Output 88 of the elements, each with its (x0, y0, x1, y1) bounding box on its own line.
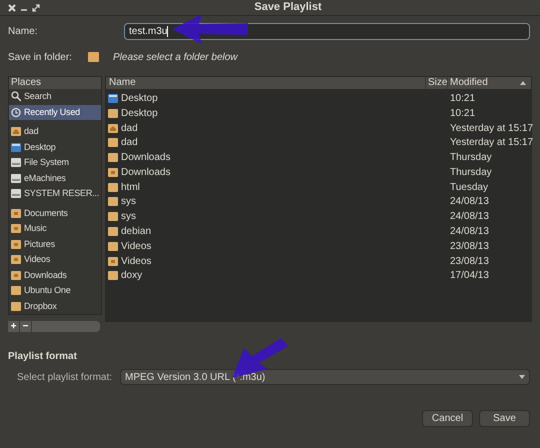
format-label: Select playlist format: (16, 370, 114, 384)
folder-icon (108, 182, 118, 193)
places-item[interactable]: Dropbox (9, 298, 101, 314)
places-item[interactable]: Videos (9, 252, 101, 268)
modified-cell-text: 17/04/13 (449, 269, 490, 284)
file-row[interactable]: Videos (106, 254, 448, 269)
file-row[interactable]: Downloads (106, 150, 448, 166)
modified-cell-text: 24/08/13 (449, 225, 490, 240)
folder-icon (11, 300, 21, 312)
folder-hint: Please select a folder below (113, 50, 238, 64)
places-item[interactable]: Documents (9, 206, 101, 221)
drive-icon (11, 157, 21, 168)
folder-icon (108, 256, 118, 267)
dialog-button[interactable]: Save (479, 410, 530, 427)
places-item[interactable]: SYSTEM RESER... (9, 186, 101, 202)
home-folder-icon (108, 122, 118, 134)
places-item[interactable]: File System (9, 155, 101, 170)
dialog-button[interactable]: Cancel (422, 410, 473, 427)
home-folder-icon (11, 126, 21, 138)
file-row[interactable]: html (106, 180, 448, 195)
file-row[interactable]: sys (106, 194, 448, 210)
column-header[interactable]: Modified (448, 77, 528, 89)
folder-icon (11, 223, 21, 234)
format-dropdown[interactable]: MPEG Version 3.0 URL (*.m3u) (120, 369, 530, 385)
places-item[interactable]: Music (9, 221, 101, 236)
drive-icon (11, 172, 21, 184)
drive-icon (11, 188, 21, 200)
file-row[interactable]: debian (106, 224, 448, 240)
folder-icon (11, 238, 21, 250)
folder-icon (108, 226, 118, 238)
desktop-icon (108, 92, 118, 104)
sort-arrow-icon (520, 81, 526, 85)
folder-icon (11, 254, 21, 266)
add-button[interactable]: + (8, 321, 19, 332)
places-item[interactable]: eMachines (9, 170, 101, 186)
modified-cell-text: 24/08/13 (449, 195, 490, 210)
folder-icon (108, 152, 118, 164)
section-heading: Playlist format (7, 350, 78, 364)
clock-icon (11, 106, 21, 118)
folder-icon (11, 270, 21, 281)
modified-cell-text: 10:21 (449, 106, 476, 121)
places-item[interactable]: Desktop (9, 140, 101, 155)
modified-cell-text: 24/08/13 (449, 210, 490, 224)
places-item[interactable]: Pictures (9, 236, 101, 252)
folder-icon (108, 166, 118, 178)
folder-label: Save in folder: (8, 50, 73, 64)
modified-cell-text: Thursday (449, 151, 493, 166)
folder-icon (108, 108, 118, 119)
folder-icon (88, 52, 99, 62)
column-header[interactable]: Size (426, 77, 448, 89)
folder-icon (11, 285, 21, 296)
button-bar (32, 321, 100, 332)
file-row[interactable]: Desktop (106, 106, 448, 121)
file-row[interactable]: dad (106, 120, 448, 136)
file-row[interactable]: Desktop (106, 90, 448, 106)
dropdown-arrow-icon (519, 375, 525, 379)
modified-cell-text: Yesterday at 15:17 (449, 122, 531, 136)
search-icon (11, 91, 21, 102)
file-row[interactable]: Downloads (106, 164, 448, 180)
modified-cell-text: Tuesday (449, 180, 489, 195)
folder-icon (108, 196, 118, 208)
close-icon[interactable] (8, 4, 16, 12)
places-item[interactable]: Recently Used (9, 104, 101, 120)
column-header[interactable]: Places (9, 77, 101, 89)
desktop-icon (11, 142, 21, 153)
file-row[interactable]: doxy (106, 268, 448, 284)
folder-icon (108, 211, 118, 222)
folder-icon (108, 240, 118, 252)
column-header[interactable]: Name (106, 77, 426, 89)
folder-icon (108, 270, 118, 282)
folder-icon (108, 137, 118, 148)
modified-cell-text: 23/08/13 (449, 254, 490, 269)
window-title: Save Playlist (254, 0, 322, 16)
modified-cell-text: Yesterday at 15:17 (449, 136, 531, 150)
file-row[interactable]: dad (106, 135, 448, 150)
name-label: Name: (8, 24, 38, 38)
modified-cell-text: 10:21 (449, 92, 476, 106)
file-row[interactable]: sys (106, 209, 448, 224)
remove-button[interactable]: − (20, 321, 31, 332)
modified-cell-text: Thursday (449, 166, 493, 180)
places-item[interactable]: Ubuntu One (9, 283, 101, 298)
places-item[interactable]: dad (9, 124, 101, 140)
places-item[interactable]: Search (9, 89, 101, 104)
modified-cell-text: 23/08/13 (449, 240, 490, 254)
places-item[interactable]: Downloads (9, 268, 101, 283)
folder-icon (11, 208, 21, 219)
file-row[interactable]: Videos (106, 238, 448, 254)
maximize-icon[interactable] (32, 4, 40, 12)
